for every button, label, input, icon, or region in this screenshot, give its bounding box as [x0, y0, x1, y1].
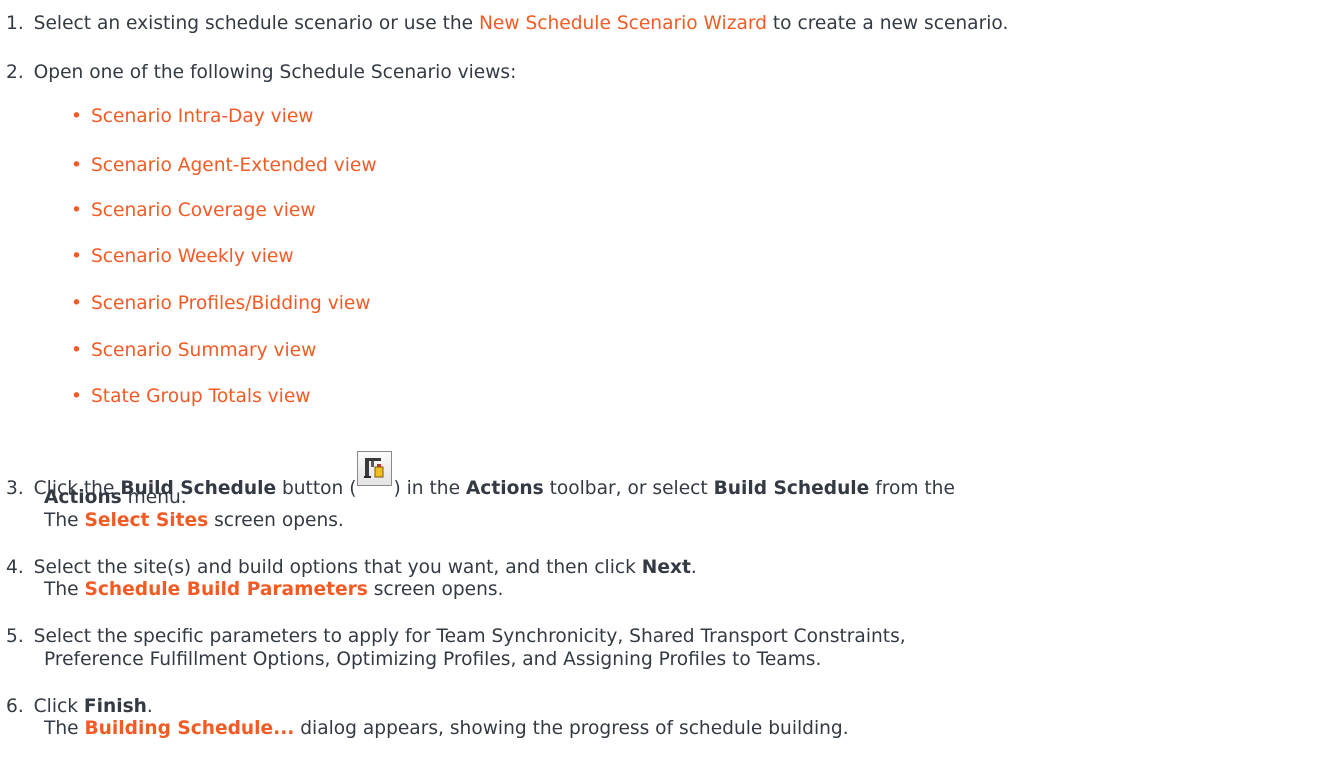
step-number: 3. — [6, 478, 24, 499]
step-text: Preference Fulfillment Options, Optimizi… — [44, 649, 822, 670]
step-number: 5. — [6, 626, 24, 647]
build-schedule-label: Build Schedule — [713, 478, 870, 499]
building-schedule-link[interactable]: Building Schedule... — [85, 718, 295, 739]
step-text: toolbar, or select — [543, 478, 714, 499]
scenario-coverage-view-link[interactable]: Scenario Coverage view — [91, 200, 316, 221]
step-text: to create a new scenario. — [766, 13, 1009, 34]
next-label: Next — [641, 557, 691, 578]
build-schedule-icon — [357, 451, 393, 486]
list-item: • Scenario Coverage view — [71, 200, 316, 222]
step-text: Select the site(s) and build options tha… — [33, 557, 642, 578]
list-item: • Scenario Weekly view — [71, 246, 294, 268]
step-text: screen opens. — [208, 510, 344, 531]
step-2: 2. Open one of the following Schedule Sc… — [6, 62, 516, 84]
step-text: Select the specific parameters to apply … — [33, 626, 906, 647]
step-3-result: The Select Sites screen opens. — [44, 510, 344, 532]
step-text: The — [44, 579, 85, 600]
step-text: Click — [33, 696, 84, 717]
bullet-icon: • — [71, 155, 82, 176]
step-4: 4. Select the site(s) and build options … — [6, 557, 697, 579]
step-text: The — [44, 510, 85, 531]
step-4-result: The Schedule Build Parameters screen ope… — [44, 579, 503, 601]
step-text: dialog appears, showing the progress of … — [294, 718, 849, 739]
list-item: • Scenario Agent-Extended view — [71, 155, 377, 177]
step-text: from the — [869, 478, 955, 499]
bullet-icon: • — [71, 340, 82, 361]
step-text: ) in the — [393, 478, 466, 499]
state-group-totals-view-link[interactable]: State Group Totals view — [91, 386, 310, 407]
step-text: . — [146, 696, 153, 717]
step-6: 6. Click Finish. — [6, 696, 153, 718]
step-text: Open one of the following Schedule Scena… — [33, 62, 517, 83]
bullet-icon: • — [71, 293, 82, 314]
step-number: 6. — [6, 696, 24, 717]
scenario-summary-view-link[interactable]: Scenario Summary view — [91, 340, 316, 361]
list-item: • State Group Totals view — [71, 386, 310, 408]
step-text: menu. — [121, 487, 187, 508]
step-text: . — [690, 557, 697, 578]
step-text: Select an existing schedule scenario or … — [33, 13, 479, 34]
step-5: 5. Select the specific parameters to app… — [6, 626, 906, 648]
step-1: 1. Select an existing schedule scenario … — [6, 13, 1008, 35]
scenario-intra-day-view-link[interactable]: Scenario Intra-Day view — [91, 106, 314, 127]
bullet-icon: • — [71, 200, 82, 221]
new-schedule-scenario-wizard-link[interactable]: New Schedule Scenario Wizard — [479, 13, 767, 34]
select-sites-link[interactable]: Select Sites — [85, 510, 209, 531]
step-5-continuation: Preference Fulfillment Options, Optimizi… — [44, 649, 821, 671]
step-text: button ( — [276, 478, 357, 499]
list-item: • Scenario Summary view — [71, 340, 316, 362]
step-3-continuation: Actions menu. — [44, 487, 187, 509]
schedule-build-parameters-link[interactable]: Schedule Build Parameters — [85, 579, 368, 600]
bullet-icon: • — [71, 106, 82, 127]
bullet-icon: • — [71, 386, 82, 407]
step-number: 2. — [6, 62, 24, 83]
step-6-result: The Building Schedule... dialog appears,… — [44, 718, 849, 740]
actions-label: Actions — [465, 478, 544, 499]
scenario-agent-extended-view-link[interactable]: Scenario Agent-Extended view — [91, 155, 377, 176]
scenario-weekly-view-link[interactable]: Scenario Weekly view — [91, 246, 294, 267]
list-item: • Scenario Intra-Day view — [71, 106, 314, 128]
step-number: 1. — [6, 13, 24, 34]
bullet-icon: • — [71, 246, 82, 267]
finish-label: Finish — [83, 696, 147, 717]
list-item: • Scenario Profiles/Bidding view — [71, 293, 371, 315]
step-text: The — [44, 718, 85, 739]
actions-label: Actions — [44, 487, 122, 508]
scenario-profiles-bidding-view-link[interactable]: Scenario Profiles/Bidding view — [91, 293, 371, 314]
step-text: screen opens. — [367, 579, 504, 600]
step-number: 4. — [6, 557, 24, 578]
